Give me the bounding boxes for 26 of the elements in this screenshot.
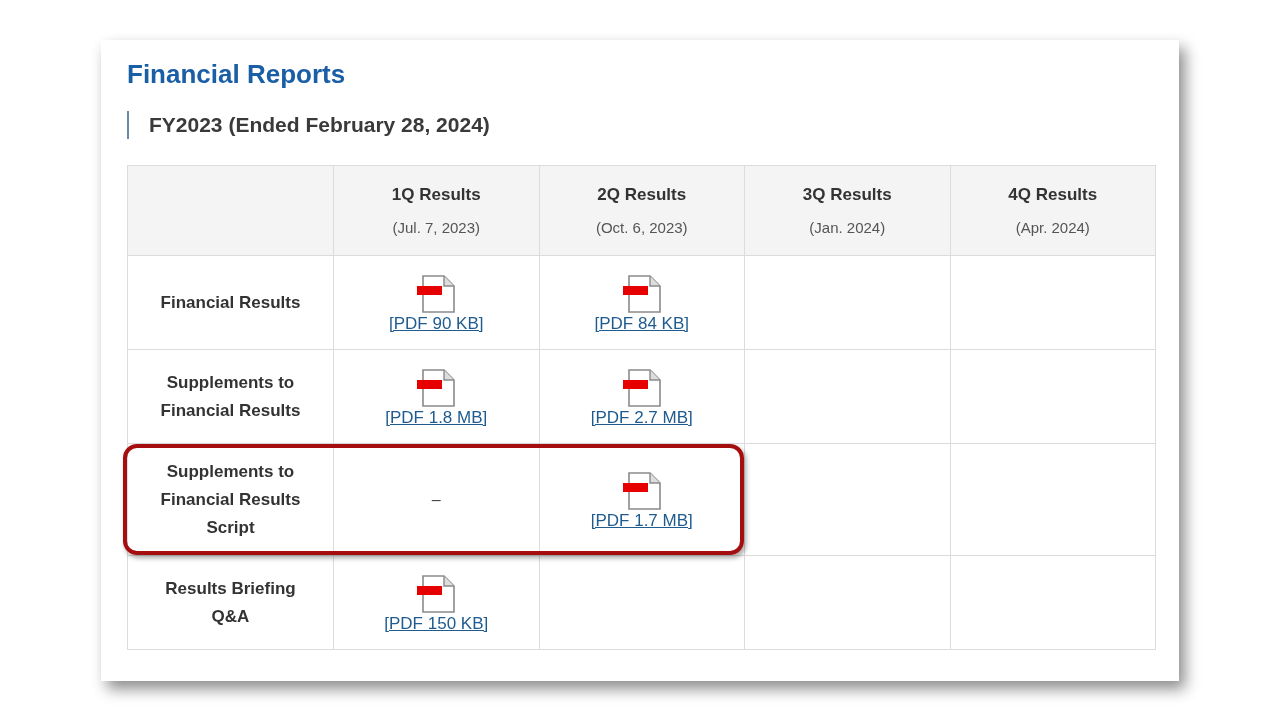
column-date: (Oct. 6, 2023) (594, 218, 689, 237)
column-title: 3Q Results (801, 184, 893, 205)
document-icon[interactable] (621, 368, 662, 407)
pdf-link[interactable]: [PDF 150 KB] (384, 612, 489, 635)
column-date: (Jul. 7, 2023) (391, 218, 481, 237)
row-label: Results Briefing Q&A (127, 555, 334, 650)
row-label: Financial Results (127, 255, 334, 350)
page-title: Financial Reports (127, 58, 347, 91)
pdf-link[interactable]: [PDF 1.8 MB] (385, 406, 488, 429)
pdf-link[interactable]: [PDF 2.7 MB] (590, 406, 693, 429)
document-icon[interactable] (416, 574, 457, 613)
section-heading: FY2023 (Ended February 28, 2024) (127, 111, 1156, 139)
document-icon[interactable] (621, 274, 662, 313)
pdf-link[interactable]: [PDF 84 KB] (594, 312, 689, 335)
column-title: 2Q Results (596, 184, 688, 205)
column-date: (Apr. 2024) (1014, 218, 1091, 237)
pdf-link[interactable]: [PDF 1.7 MB] (590, 509, 693, 532)
row-label: Supplements to Financial Results Script (127, 443, 334, 556)
column-date: (Jan. 2024) (808, 218, 887, 237)
column-title: 1Q Results (390, 184, 482, 205)
column-title: 4Q Results (1007, 184, 1099, 205)
document-icon[interactable] (621, 471, 662, 510)
pdf-link[interactable]: [PDF 90 KB] (389, 312, 484, 335)
document-icon[interactable] (416, 274, 457, 313)
row-label: Supplements to Financial Results (127, 349, 334, 444)
document-icon[interactable] (416, 368, 457, 407)
